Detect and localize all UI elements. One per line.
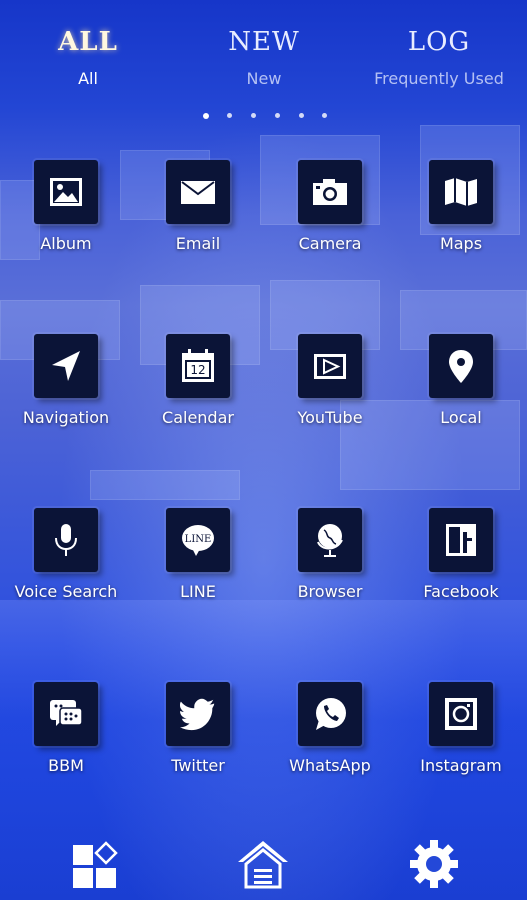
tab-log-subtitle: Frequently Used — [374, 69, 504, 88]
app-bbm[interactable]: BBM — [6, 682, 126, 792]
app-tile — [298, 508, 362, 572]
app-label: Facebook — [423, 582, 499, 601]
app-maps[interactable]: Maps — [401, 160, 521, 270]
app-tile — [429, 160, 493, 224]
app-navigation[interactable]: Navigation — [6, 334, 126, 444]
app-label: BBM — [48, 756, 84, 775]
app-tile — [166, 160, 230, 224]
app-voice-search[interactable]: Voice Search — [6, 508, 126, 618]
app-label: Camera — [298, 234, 362, 253]
tab-bar: ALL All NEW New LOG Frequently Used — [0, 22, 527, 102]
app-twitter[interactable]: Twitter — [138, 682, 258, 792]
page-dot — [275, 113, 280, 118]
globe-icon — [317, 524, 343, 557]
tab-new[interactable]: NEW New — [176, 22, 352, 88]
app-label: Local — [440, 408, 482, 427]
app-tile — [166, 682, 230, 746]
page-dot — [227, 113, 232, 118]
app-label: Twitter — [171, 756, 225, 775]
tab-new-subtitle: New — [246, 69, 282, 88]
app-line[interactable]: LINE LINE — [138, 508, 258, 618]
tab-all[interactable]: ALL All — [0, 22, 176, 88]
page-dot — [203, 113, 209, 119]
app-facebook[interactable]: Facebook — [401, 508, 521, 618]
page-dot — [251, 113, 256, 118]
app-browser[interactable]: Browser — [270, 508, 390, 618]
tab-log[interactable]: LOG Frequently Used — [351, 22, 527, 88]
navigation-icon — [52, 351, 80, 381]
app-label: Maps — [439, 234, 483, 253]
app-tile — [34, 508, 98, 572]
app-tile: LINE — [166, 508, 230, 572]
widgets-button[interactable] — [64, 836, 124, 892]
album-icon — [50, 178, 82, 206]
home-button[interactable] — [233, 836, 293, 892]
app-tile — [298, 160, 362, 224]
page-indicator — [200, 113, 330, 121]
app-album[interactable]: Album — [6, 160, 126, 270]
tab-new-title: NEW — [228, 27, 300, 57]
app-tile — [429, 682, 493, 746]
page-dot — [322, 113, 327, 118]
app-label: YouTube — [297, 408, 363, 427]
app-local[interactable]: Local — [401, 334, 521, 444]
calendar-icon: 12 — [182, 349, 214, 382]
app-label: Voice Search — [14, 582, 118, 601]
app-tile — [429, 508, 493, 572]
twitter-icon — [180, 698, 215, 731]
app-calendar[interactable]: 12 Calendar — [138, 334, 258, 444]
app-tile — [298, 682, 362, 746]
calendar-date: 12 — [190, 363, 205, 377]
app-tile — [34, 334, 98, 398]
app-tile — [34, 160, 98, 224]
app-whatsapp[interactable]: WhatsApp — [270, 682, 390, 792]
app-tile — [34, 682, 98, 746]
bbm-icon — [50, 700, 83, 726]
dock — [0, 830, 527, 900]
tab-log-title: LOG — [407, 27, 471, 57]
line-logo-text: LINE — [185, 534, 212, 545]
app-label: Instagram — [420, 756, 502, 775]
location-pin-icon — [449, 350, 473, 383]
tab-all-title: ALL — [58, 27, 118, 57]
youtube-icon — [314, 354, 346, 379]
instagram-icon — [445, 698, 477, 730]
app-tile: 12 — [166, 334, 230, 398]
email-icon — [181, 181, 215, 204]
app-label: Browser — [297, 582, 363, 601]
camera-icon — [313, 179, 347, 205]
settings-button[interactable] — [404, 836, 464, 892]
app-email[interactable]: Email — [138, 160, 258, 270]
microphone-icon — [55, 524, 77, 556]
maps-icon — [445, 178, 477, 206]
app-label: WhatsApp — [289, 756, 371, 775]
settings-gear-icon — [410, 840, 458, 888]
widgets-icon — [73, 841, 118, 888]
app-tile — [429, 334, 493, 398]
whatsapp-icon — [316, 698, 346, 730]
tab-all-subtitle: All — [78, 69, 98, 88]
line-icon: LINE — [182, 525, 214, 556]
app-label: Calendar — [162, 408, 234, 427]
app-camera[interactable]: Camera — [270, 160, 390, 270]
app-label: Email — [175, 234, 221, 253]
app-tile — [298, 334, 362, 398]
app-label: Album — [40, 234, 92, 253]
home-icon — [238, 841, 288, 889]
app-label: Navigation — [22, 408, 110, 427]
app-label: LINE — [180, 582, 216, 601]
app-instagram[interactable]: Instagram — [401, 682, 521, 792]
page-dot — [299, 113, 304, 118]
facebook-icon — [446, 524, 476, 556]
app-youtube[interactable]: YouTube — [270, 334, 390, 444]
